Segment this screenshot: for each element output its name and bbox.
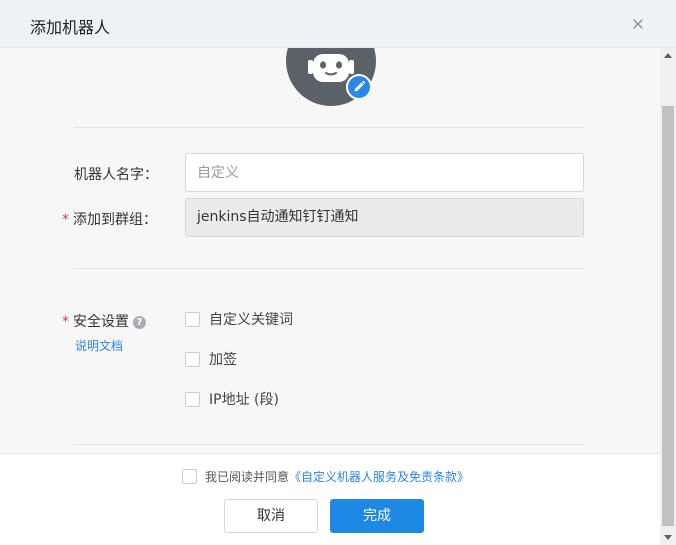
signature-checkbox[interactable]	[185, 351, 200, 367]
ip-option-label: IP地址 (段)	[209, 392, 279, 408]
signature-option[interactable]: 加签	[185, 349, 237, 369]
required-mark: *	[62, 314, 69, 330]
dialog-body: 机器人名字： *添加到群组： jenkins自动通知钉钉通知 *安全设置? 说明…	[0, 48, 660, 453]
pencil-icon	[354, 80, 366, 92]
divider	[74, 127, 584, 128]
group-label: * 添加到群组：	[62, 212, 157, 228]
dialog-title: 添加机器人	[30, 18, 111, 37]
close-icon[interactable]	[628, 14, 648, 34]
ip-option[interactable]: IP地址 (段)	[185, 389, 279, 409]
robot-name-label: 机器人名字：	[74, 167, 158, 183]
security-settings-label: * 安全设置?	[62, 311, 146, 331]
add-robot-dialog: 添加机器人 机器人名字： 自定义 * 添加到群组： jenkins自动通知钉钉通…	[0, 0, 676, 545]
divider	[74, 444, 584, 445]
cancel-button[interactable]: 取消	[224, 499, 318, 533]
scroll-down-arrow-icon[interactable]	[664, 535, 672, 540]
vertical-scrollbar[interactable]	[660, 48, 676, 545]
scroll-up-arrow-icon[interactable]	[664, 53, 672, 58]
help-icon[interactable]: ?	[133, 316, 146, 329]
group-select: jenkins自动通知钉钉通知	[185, 198, 584, 237]
ip-checkbox[interactable]	[185, 391, 200, 407]
keyword-option[interactable]: 自定义关键词	[185, 309, 293, 329]
keyword-checkbox[interactable]	[185, 311, 200, 327]
agreement-text: 我已阅读并同意	[205, 470, 290, 484]
dialog-footer: 我已阅读并同意 《自定义机器人服务及免责条款》 取消 完成	[0, 453, 660, 545]
edit-avatar-button[interactable]	[346, 74, 372, 100]
dialog-header: 添加机器人	[0, 0, 676, 48]
keyword-option-label: 自定义关键词	[209, 312, 293, 328]
divider	[74, 268, 584, 269]
required-mark: *	[62, 212, 69, 228]
agreement-row[interactable]: 我已阅读并同意 《自定义机器人服务及免责条款》	[182, 468, 469, 485]
terms-link[interactable]: 《自定义机器人服务及免责条款》	[289, 468, 469, 485]
scrollbar-thumb[interactable]	[662, 106, 674, 526]
signature-option-label: 加签	[209, 352, 237, 368]
documentation-link[interactable]: 说明文档	[75, 337, 123, 354]
robot-avatar[interactable]	[286, 48, 376, 106]
agreement-checkbox[interactable]	[182, 469, 197, 484]
robot-name-input[interactable]	[185, 153, 584, 192]
done-button[interactable]: 完成	[330, 499, 424, 533]
